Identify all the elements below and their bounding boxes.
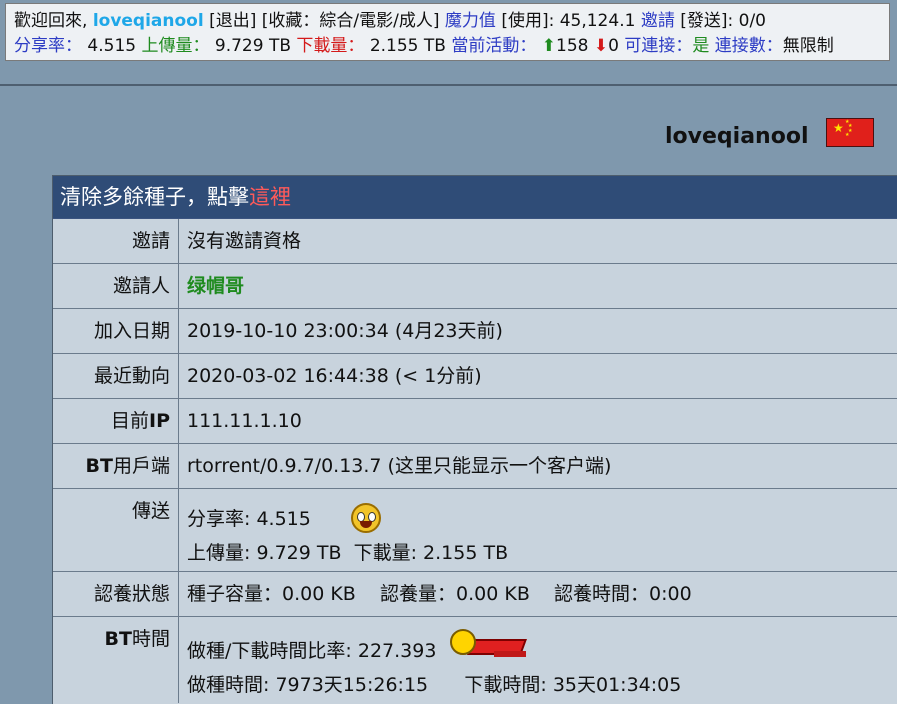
seeding-time: 認養時間：0:00	[554, 583, 692, 605]
ip-label: 目前IP	[53, 399, 179, 443]
join-date-row: 加入日期 2019-10-10 23:00:34 (4月23天前)	[53, 309, 897, 354]
last-active-row: 最近動向 2020-03-02 16:44:38 (< 1分前)	[53, 354, 897, 399]
logout-link[interactable]: [退出]	[209, 11, 256, 31]
leeching-arrow-icon: ⬇	[593, 36, 609, 56]
cleanup-link[interactable]: 這裡	[249, 185, 291, 209]
inviter-row-label: 邀請人	[53, 264, 179, 308]
magic-points-value[interactable]: [使用]: 45,124.1	[501, 11, 635, 31]
user-info-row-2: 分享率： 4.515 上傳量： 9.729 TB 下載量： 2.155 TB 當…	[14, 34, 889, 58]
connections-value: 無限制	[782, 36, 834, 56]
magic-points-label[interactable]: 魔力值	[445, 11, 496, 31]
seeding-amount: 認養量：0.00 KB	[380, 583, 530, 605]
flying-smiley-icon	[450, 629, 528, 663]
transfer-download: 下載量: 2.155 TB	[353, 542, 509, 564]
last-active-label: 最近動向	[53, 354, 179, 398]
ip-row: 目前IP 111.11.1.10	[53, 399, 897, 444]
bt-time-row: BT時間 做種/下載時間比率: 227.393 做種時間: 7973天15:26…	[53, 617, 897, 703]
ratio-value: 4.515	[87, 36, 137, 56]
username-link[interactable]: loveqianool	[93, 11, 204, 31]
client-label: BT用戶端	[53, 444, 179, 488]
ip-value: 111.11.1.10	[187, 410, 302, 432]
inviter-row: 邀請人 绿帽哥	[53, 264, 897, 309]
seeding-status-label: 認養狀態	[53, 572, 179, 616]
transfer-upload: 上傳量: 9.729 TB	[187, 542, 342, 564]
user-info-bar: 歡迎回來, loveqianool [退出] [收藏：綜合/電影/成人] 魔力值…	[5, 3, 890, 61]
join-date-value: 2019-10-10 23:00:34 (4月23天前)	[187, 320, 503, 342]
invite-label[interactable]: 邀請	[641, 11, 675, 31]
active-label: 當前活動：	[451, 36, 537, 56]
seed-time: 做種時間: 7973天15:26:15	[187, 674, 429, 696]
transfer-label: 傳送	[53, 489, 179, 571]
ratio-label: 分享率：	[14, 36, 82, 56]
separator	[0, 84, 897, 86]
profile-username: loveqianool	[665, 124, 809, 149]
profile-panel: 清除多餘種子，點擊這裡 邀請 沒有邀請資格 邀請人 绿帽哥 加入日期 2019-…	[52, 175, 897, 704]
connectable-value: 是	[692, 36, 710, 56]
user-info-row-1: 歡迎回來, loveqianool [退出] [收藏：綜合/電影/成人] 魔力值…	[14, 9, 889, 33]
download-label: 下載量：	[296, 36, 365, 56]
invite-send[interactable]: [發送]: 0/0	[680, 11, 766, 31]
upload-label: 上傳量：	[141, 36, 210, 56]
seeding-status-row: 認養狀態 種子容量：0.00 KB 認養量：0.00 KB 認養時間：0:00	[53, 572, 897, 617]
collections-links[interactable]: [收藏：綜合/電影/成人]	[262, 11, 440, 31]
client-row: BT用戶端 rtorrent/0.9.7/0.13.7 (这里只能显示一个客户端…	[53, 444, 897, 489]
bt-time-ratio: 做種/下載時間比率: 227.393	[187, 640, 437, 662]
seeding-size: 種子容量：0.00 KB	[187, 583, 356, 605]
invite-row-label: 邀請	[53, 219, 179, 263]
leeching-count: 0	[608, 36, 619, 56]
last-active-value: 2020-03-02 16:44:38 (< 1分前)	[187, 365, 482, 387]
laughing-smiley-icon	[350, 503, 381, 533]
connections-label: 連接數：	[714, 36, 783, 56]
china-flag-icon: ★ ★ ★ ★ ★	[826, 118, 874, 147]
invite-row: 邀請 沒有邀請資格	[53, 219, 897, 264]
seeding-count: 158	[556, 36, 589, 56]
bt-time-label: BT時間	[53, 617, 179, 703]
cleanup-notice-text: 清除多餘種子，點擊	[60, 185, 249, 209]
invite-row-value: 沒有邀請資格	[187, 230, 302, 252]
client-value: rtorrent/0.9.7/0.13.7 (这里只能显示一个客户端)	[187, 455, 612, 477]
download-value: 2.155 TB	[369, 36, 446, 56]
welcome-text: 歡迎回來,	[14, 11, 93, 31]
transfer-ratio: 分享率: 4.515	[187, 508, 311, 530]
cleanup-notice: 清除多餘種子，點擊這裡	[53, 176, 897, 219]
join-date-label: 加入日期	[53, 309, 179, 353]
connectable-label: 可連接：	[624, 36, 693, 56]
download-time: 下載時間: 35天01:34:05	[464, 674, 682, 696]
seeding-arrow-icon: ⬆	[541, 36, 557, 56]
transfer-row: 傳送 分享率: 4.515 上傳量: 9.729 TB 下載量: 2.155 T…	[53, 489, 897, 572]
upload-value: 9.729 TB	[214, 36, 292, 56]
inviter-link[interactable]: 绿帽哥	[187, 275, 244, 297]
